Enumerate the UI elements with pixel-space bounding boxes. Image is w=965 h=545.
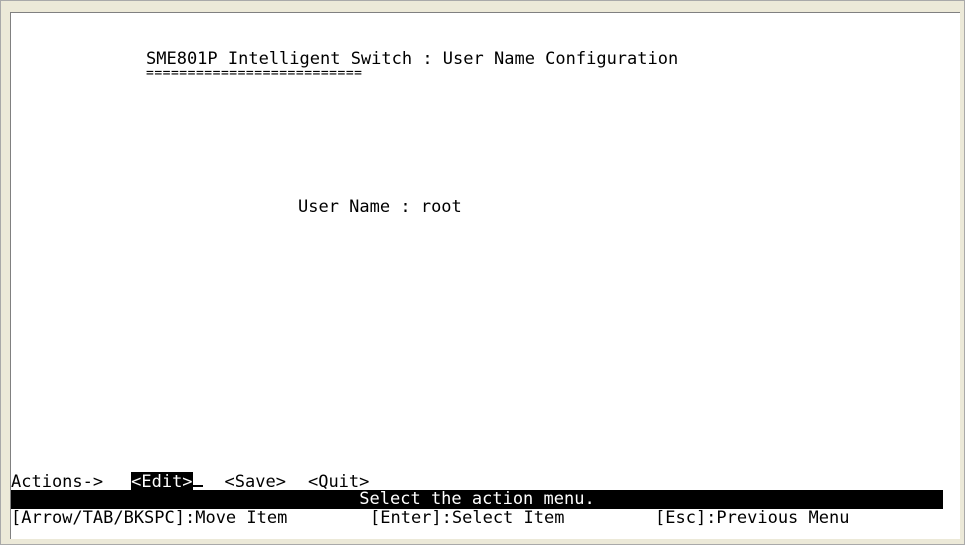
status-bar: Select the action menu. — [11, 490, 943, 509]
user-name-row: User Name : root — [298, 197, 462, 217]
title-underline: ========================== — [146, 66, 363, 81]
user-name-label: User Name : — [298, 197, 421, 217]
edit-action-button[interactable]: <Edit> — [131, 472, 193, 492]
help-bar: [Arrow/TAB/BKSPC]:Move Item [Enter]:Selec… — [11, 508, 849, 528]
help-previous-menu: [Esc]:Previous Menu — [655, 508, 850, 528]
help-select-item: [Enter]:Select Item — [370, 508, 565, 528]
text-cursor — [192, 471, 203, 487]
help-move-item: [Arrow/TAB/BKSPC]:Move Item — [11, 508, 288, 528]
user-name-value[interactable]: root — [421, 197, 462, 217]
terminal-window: SME801P Intelligent Switch : User Name C… — [0, 0, 965, 545]
actions-menu: Actions-> <Edit> <Save> <Quit> — [11, 471, 391, 492]
save-action-button[interactable]: <Save> — [225, 472, 286, 492]
terminal-screen: SME801P Intelligent Switch : User Name C… — [10, 12, 960, 539]
actions-label: Actions-> — [11, 472, 104, 492]
